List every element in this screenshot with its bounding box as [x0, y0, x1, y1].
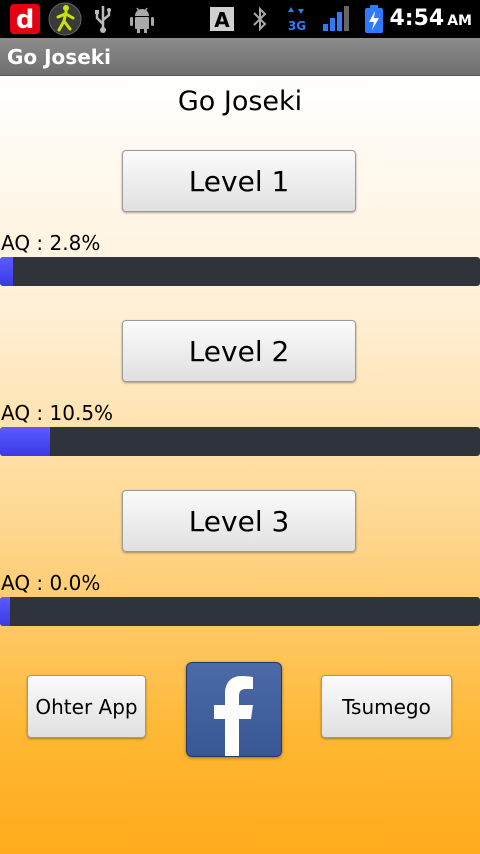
3g-data-icon: 3G — [284, 4, 310, 34]
clock: 4:54 AM — [389, 6, 472, 31]
android-debug-icon — [129, 4, 155, 34]
usb-icon — [92, 4, 114, 34]
other-app-button[interactable]: Ohter App — [27, 675, 146, 738]
facebook-icon — [214, 676, 253, 756]
facebook-button[interactable] — [186, 662, 282, 757]
level-2-aq-label: AQ : 10.5% — [1, 401, 114, 425]
svg-text:3G: 3G — [288, 19, 306, 33]
clock-ampm: AM — [447, 13, 472, 29]
keyboard-a-icon: A — [210, 4, 234, 34]
level-2-progress-fill — [0, 427, 51, 456]
main-content: Go Joseki Level 1 AQ : 2.8% Level 2 AQ :… — [0, 76, 480, 854]
level-2-progress-bar — [0, 427, 480, 456]
level-2-button[interactable]: Level 2 — [122, 320, 356, 382]
level-3-progress-bar — [0, 597, 480, 626]
signal-icon — [322, 4, 350, 34]
svg-text:A: A — [214, 8, 230, 32]
docomo-d-icon: d — [8, 4, 46, 35]
tsumego-button[interactable]: Tsumego — [321, 675, 452, 738]
page-title: Go Joseki — [177, 86, 303, 117]
clock-time: 4:54 — [389, 6, 445, 31]
level-1-progress-bar — [0, 257, 480, 286]
level-3-progress-fill — [0, 597, 10, 626]
bluetooth-icon — [250, 4, 270, 34]
status-bar: d A 3G 4:54 AM — [0, 0, 480, 38]
battery-charging-icon — [364, 4, 384, 34]
level-3-aq-label: AQ : 0.0% — [1, 571, 101, 595]
level-3-button[interactable]: Level 3 — [122, 490, 356, 552]
level-1-button[interactable]: Level 1 — [122, 150, 356, 212]
level-1-aq-label: AQ : 2.8% — [1, 231, 101, 255]
app-title-bar: Go Joseki — [0, 38, 480, 76]
svg-text:d: d — [16, 5, 35, 34]
level-1-progress-fill — [0, 257, 14, 286]
walking-man-icon — [47, 2, 83, 36]
